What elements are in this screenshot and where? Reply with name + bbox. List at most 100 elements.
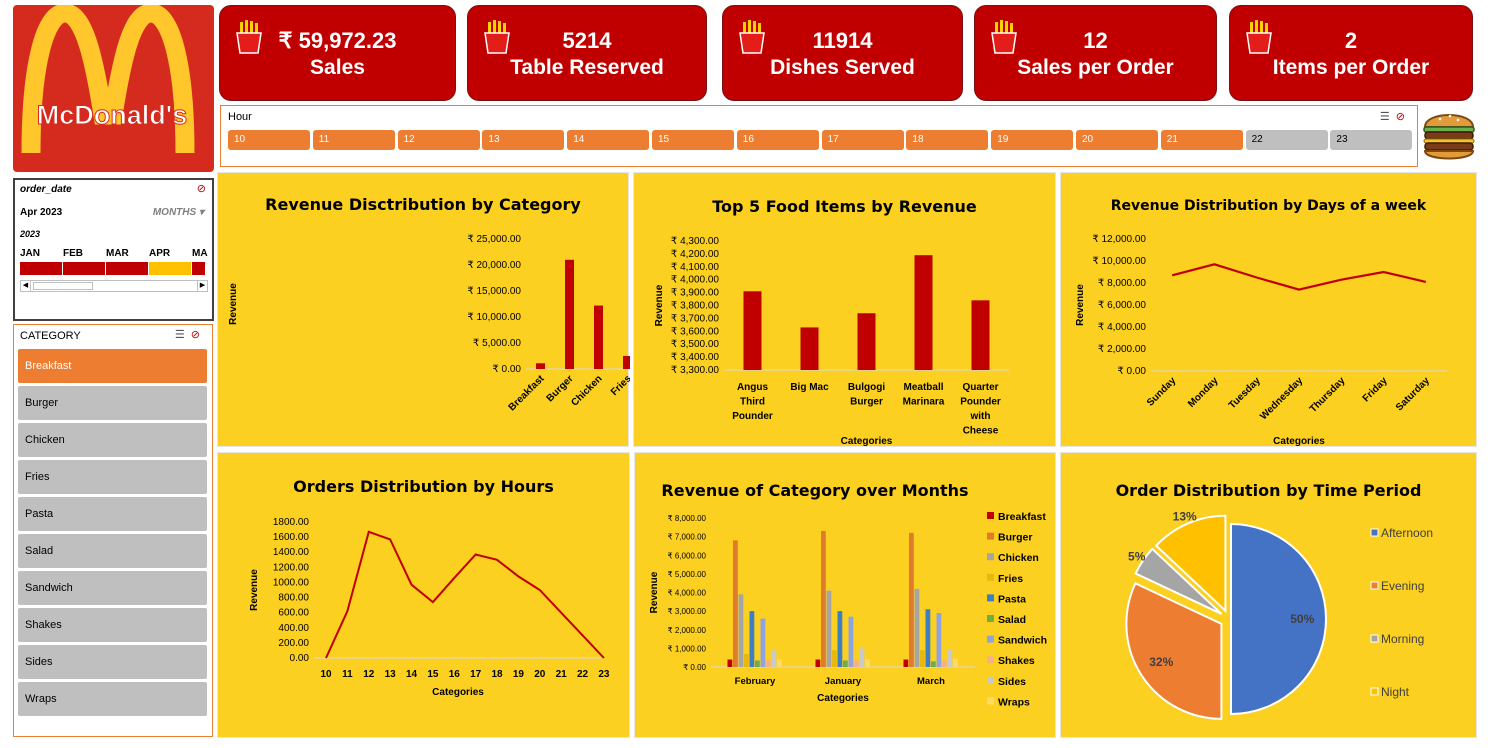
y-tick-label: ₹ 2,000.00 bbox=[668, 626, 707, 635]
bar bbox=[800, 327, 819, 370]
y-tick-label: ₹ 7,000.00 bbox=[668, 533, 707, 542]
chart-panel-period: Order Distribution by Time Period 50% Aft… bbox=[1060, 452, 1477, 738]
multi-select-icon[interactable]: ☰ bbox=[1380, 111, 1396, 123]
legend-swatch bbox=[987, 656, 994, 664]
hour-slicer-item[interactable]: 14 bbox=[567, 130, 650, 150]
timeline-month-bar[interactable] bbox=[192, 262, 206, 275]
bar bbox=[942, 660, 947, 667]
timeline-month-bar[interactable] bbox=[149, 262, 192, 275]
timeline-month-bar[interactable] bbox=[63, 262, 106, 275]
bar bbox=[837, 611, 843, 667]
y-tick-label: 1200.00 bbox=[273, 562, 310, 573]
hour-slicer-item[interactable]: 13 bbox=[482, 130, 565, 150]
clear-filter-icon[interactable]: ⊘ bbox=[191, 329, 206, 341]
timeline-scrollbar[interactable]: ◀ ▶ bbox=[20, 280, 208, 292]
clear-filter-icon[interactable]: ⊘ bbox=[1396, 111, 1411, 123]
slicer-controls: ☰⊘ bbox=[1380, 110, 1411, 123]
clear-filter-icon[interactable]: ⊘ bbox=[197, 182, 206, 195]
category-slicer-item[interactable]: Chicken bbox=[18, 423, 207, 457]
legend-swatch bbox=[987, 512, 994, 519]
series-line bbox=[325, 530, 605, 659]
bar bbox=[594, 305, 603, 369]
months-category-chart: ₹ 0.00 ₹ 1,000.00 ₹ 2,000.00 ₹ 3,000.00 ₹ 4,… bbox=[649, 511, 1047, 708]
hour-slicer-item[interactable]: 16 bbox=[736, 130, 819, 150]
category-slicer-item[interactable]: Wraps bbox=[18, 682, 207, 716]
x-tick-label: 20 bbox=[534, 669, 546, 680]
hour-slicer-item[interactable]: 18 bbox=[906, 130, 989, 150]
kpi-label: Sales per Order bbox=[1017, 56, 1174, 79]
y-tick-label: ₹ 0.00 bbox=[1117, 366, 1146, 377]
category-slicer-item[interactable]: Salad bbox=[18, 534, 207, 568]
bar bbox=[843, 660, 848, 667]
bar bbox=[815, 659, 821, 667]
y-tick-label: ₹ 4,000.00 bbox=[1098, 322, 1147, 333]
hour-slicer-item[interactable]: 23 bbox=[1330, 130, 1413, 150]
timeline-month-bar[interactable] bbox=[106, 262, 149, 275]
bar bbox=[925, 609, 931, 667]
x-tick-label: 17 bbox=[470, 669, 482, 680]
x-tick-label: Saturday bbox=[1394, 375, 1432, 413]
hour-slicer-item[interactable]: 11 bbox=[312, 130, 395, 150]
legend-swatch bbox=[987, 676, 994, 684]
legend-swatch bbox=[987, 697, 994, 705]
hour-slicer-item[interactable]: 20 bbox=[1076, 130, 1158, 150]
multi-select-icon[interactable]: ☰ bbox=[175, 329, 191, 341]
y-tick-label: 200.00 bbox=[278, 638, 309, 649]
y-tick-label: ₹ 25,000.00 bbox=[467, 234, 521, 245]
x-tick-label: Big Mac bbox=[790, 382, 829, 393]
category-slicer-item[interactable]: Burger bbox=[18, 386, 207, 420]
timeline-level-dropdown[interactable]: MONTHS ▾ bbox=[153, 207, 204, 218]
category-slicer-item[interactable]: Shakes bbox=[18, 608, 207, 642]
hours-orders-chart: 0.00 200.00 400.00 600.00 800.00 1000.00 1200.… bbox=[249, 517, 610, 698]
kpi-label: Sales bbox=[310, 56, 365, 79]
bar bbox=[857, 313, 876, 370]
bar bbox=[931, 661, 936, 667]
y-tick-label: ₹ 20,000.00 bbox=[467, 260, 521, 271]
legend-label: Morning bbox=[1381, 632, 1424, 646]
slicer-controls: ☰⊘ bbox=[175, 328, 206, 341]
x-tick-label: 19 bbox=[513, 669, 525, 680]
bar bbox=[914, 255, 933, 370]
legend-swatch bbox=[987, 553, 994, 561]
y-tick-label: ₹ 0.00 bbox=[492, 364, 521, 375]
bar bbox=[832, 650, 837, 667]
hour-slicer-item[interactable]: 10 bbox=[228, 130, 310, 150]
category-slicer-item[interactable]: Breakfast bbox=[18, 349, 207, 383]
x-tick-label: Angus bbox=[737, 382, 769, 393]
category-slicer-item[interactable]: Fries bbox=[18, 460, 207, 494]
bar bbox=[565, 259, 574, 369]
category-slicer-item[interactable]: Sandwich bbox=[18, 571, 207, 605]
x-tick-label: January bbox=[825, 676, 862, 687]
kpi-value: 2 bbox=[1344, 28, 1358, 53]
scroll-thumb[interactable] bbox=[33, 282, 93, 290]
bar bbox=[766, 660, 771, 667]
bar bbox=[865, 659, 870, 667]
y-axis-title: Revenue bbox=[249, 569, 260, 611]
y-tick-label: ₹ 4,200.00 bbox=[671, 249, 720, 260]
x-tick-label: 18 bbox=[491, 669, 503, 680]
hour-slicer-item[interactable]: 21 bbox=[1160, 130, 1243, 150]
chart-panel-days: Revenue Distribution by Days of a week ₹… bbox=[1060, 172, 1477, 447]
x-axis-title: Categories bbox=[1273, 436, 1325, 447]
y-tick-label: ₹ 3,000.00 bbox=[668, 607, 707, 616]
legend-swatch bbox=[1370, 528, 1379, 537]
y-axis-title: Revenue bbox=[649, 571, 660, 613]
category-slicer-item[interactable]: Pasta bbox=[18, 497, 207, 531]
y-tick-label: ₹ 4,000.00 bbox=[671, 275, 720, 286]
timeline-month-bar[interactable] bbox=[20, 262, 63, 275]
hour-slicer-item[interactable]: 22 bbox=[1245, 130, 1328, 150]
hour-slicer-item[interactable]: 12 bbox=[397, 130, 480, 150]
bar bbox=[953, 658, 958, 667]
legend-swatch bbox=[1370, 634, 1379, 643]
category-slicer-item[interactable]: Sides bbox=[18, 645, 207, 679]
bar bbox=[936, 612, 942, 667]
hour-slicer-item[interactable]: 15 bbox=[652, 130, 734, 150]
y-tick-label: ₹ 10,000.00 bbox=[1092, 256, 1146, 267]
hour-slicer-item[interactable]: 19 bbox=[991, 130, 1074, 150]
y-tick-label: 1800.00 bbox=[273, 517, 310, 528]
scroll-right-icon[interactable]: ▶ bbox=[197, 281, 207, 291]
scroll-left-icon[interactable]: ◀ bbox=[21, 281, 31, 291]
y-tick-label: 1400.00 bbox=[273, 547, 310, 558]
bar bbox=[903, 659, 909, 667]
hour-slicer-item[interactable]: 17 bbox=[821, 130, 904, 150]
